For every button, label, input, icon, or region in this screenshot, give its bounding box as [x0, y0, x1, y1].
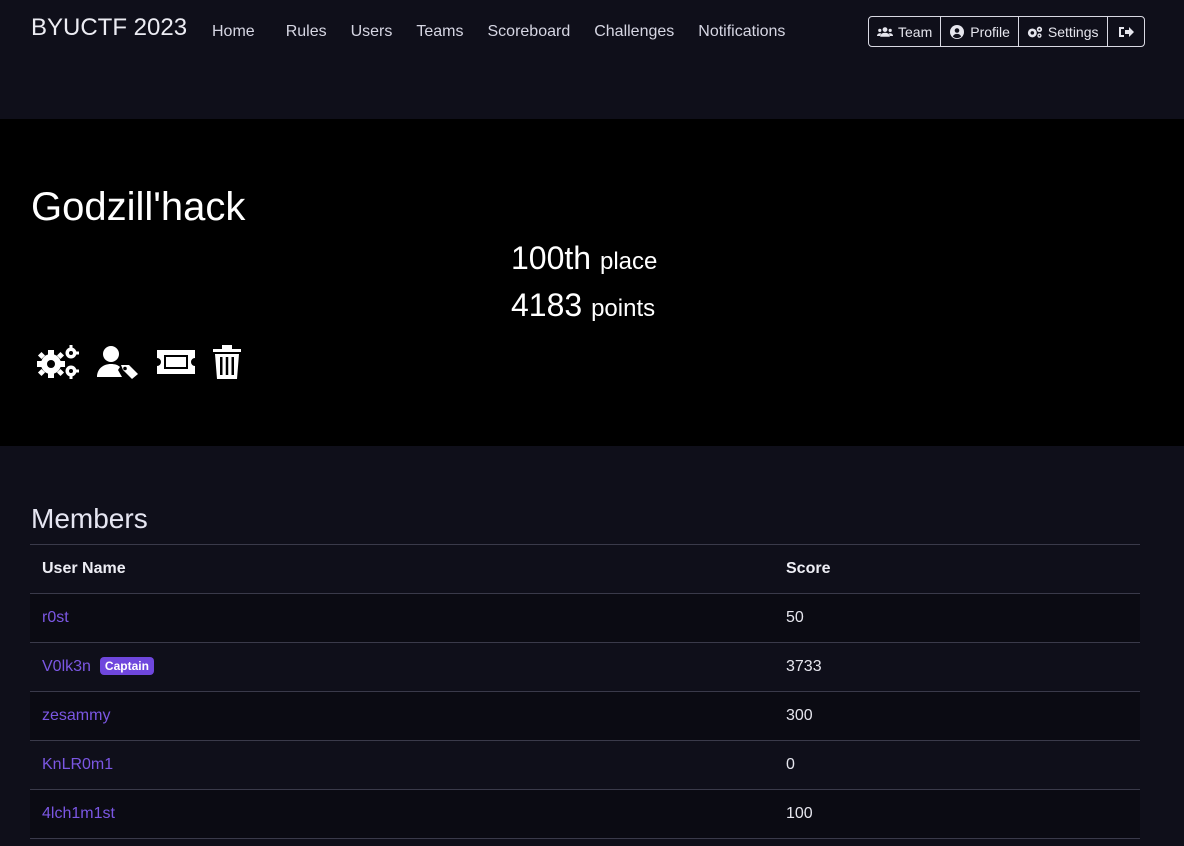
cogs-icon[interactable]	[37, 345, 79, 379]
logout-button[interactable]	[1108, 17, 1144, 46]
trash-icon[interactable]	[213, 345, 241, 379]
members-table: User Name Score r0st 50 V0lk3n Captain 37…	[30, 544, 1140, 839]
team-actions	[37, 345, 259, 379]
members-heading: Members	[31, 503, 148, 534]
settings-button-label: Settings	[1047, 23, 1099, 40]
table-row: V0lk3n Captain 3733	[30, 643, 1140, 692]
nav-teams[interactable]: Teams	[404, 22, 475, 42]
member-score: 100	[786, 805, 813, 822]
table-row: r0st 50	[30, 594, 1140, 643]
member-score: 0	[786, 756, 795, 773]
captain-badge: Captain	[99, 657, 154, 675]
cogs-icon	[1027, 26, 1043, 38]
team-name: Godzill'hack	[31, 185, 246, 229]
member-link[interactable]: r0st	[42, 609, 69, 626]
table-row: 4lch1m1st 100	[30, 790, 1140, 839]
header-score: Score	[786, 560, 831, 577]
place-value: 100th	[511, 240, 592, 276]
user-button-group: Team Profile Settings	[868, 16, 1145, 47]
points-unit: points	[591, 295, 656, 322]
top-navbar: BYUCTF 2023 Home Rules Users Teams Score…	[0, 0, 1184, 119]
nav-home[interactable]: Home	[200, 22, 267, 42]
brand-title[interactable]: BYUCTF 2023	[31, 14, 187, 42]
table-header-row: User Name Score	[30, 545, 1140, 594]
table-row: KnLR0m1 0	[30, 741, 1140, 790]
member-link[interactable]: zesammy	[42, 707, 110, 724]
member-score: 300	[786, 707, 813, 724]
nav-notifications[interactable]: Notifications	[686, 22, 797, 42]
users-icon	[877, 26, 893, 37]
nav-users[interactable]: Users	[339, 22, 405, 42]
place-unit: place	[599, 248, 658, 275]
header-user-name: User Name	[42, 560, 126, 577]
nav-challenges[interactable]: Challenges	[582, 22, 686, 42]
settings-button[interactable]: Settings	[1019, 17, 1108, 46]
user-circle-icon	[950, 24, 965, 39]
nav-rules[interactable]: Rules	[274, 22, 339, 42]
nav-scoreboard[interactable]: Scoreboard	[476, 22, 583, 42]
team-header: Godzill'hack 100th place 4183 points	[0, 119, 1184, 446]
member-link[interactable]: 4lch1m1st	[42, 805, 115, 822]
team-button[interactable]: Team	[869, 17, 942, 46]
sign-out-icon	[1118, 26, 1134, 37]
table-row: zesammy 300	[30, 692, 1140, 741]
profile-button-label: Profile	[970, 23, 1010, 40]
member-score: 3733	[786, 658, 822, 675]
member-score: 50	[786, 609, 804, 626]
profile-button[interactable]: Profile	[941, 17, 1019, 46]
nav-links: Home Rules Users Teams Scoreboard Challe…	[200, 22, 797, 42]
team-button-label: Team	[898, 23, 933, 40]
points-value: 4183	[511, 287, 583, 323]
user-tag-icon[interactable]	[97, 345, 139, 379]
member-link[interactable]: KnLR0m1	[42, 756, 113, 773]
member-link[interactable]: V0lk3n	[42, 658, 91, 675]
team-points: 4183 points	[511, 285, 655, 329]
ticket-icon[interactable]	[157, 347, 195, 377]
team-place: 100th place	[511, 238, 657, 282]
